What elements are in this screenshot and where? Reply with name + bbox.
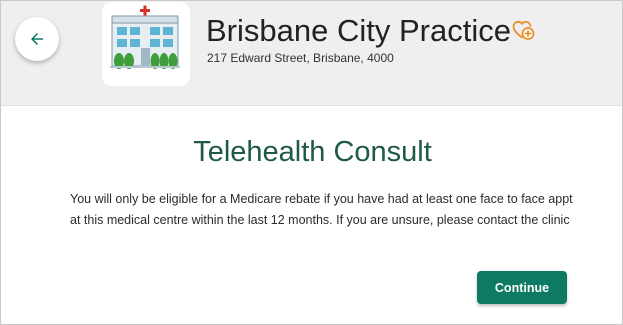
continue-button[interactable]: Continue [477, 271, 567, 304]
hospital-building-icon [108, 5, 184, 69]
practice-address: 217 Edward Street, Brisbane, 4000 [207, 51, 394, 65]
practice-header: Brisbane City Practice 217 Edward Street… [1, 1, 622, 106]
page-title: Telehealth Consult [193, 136, 432, 168]
consult-dialog: Brisbane City Practice 217 Edward Street… [0, 0, 623, 325]
heart-plus-icon [512, 20, 535, 40]
practice-name: Brisbane City Practice [206, 13, 511, 48]
back-button[interactable] [15, 17, 59, 61]
eligibility-message: You will only be eligible for a Medicare… [70, 192, 573, 227]
practice-logo [102, 2, 190, 86]
favorite-button[interactable] [511, 18, 535, 42]
arrow-left-icon [31, 33, 43, 45]
